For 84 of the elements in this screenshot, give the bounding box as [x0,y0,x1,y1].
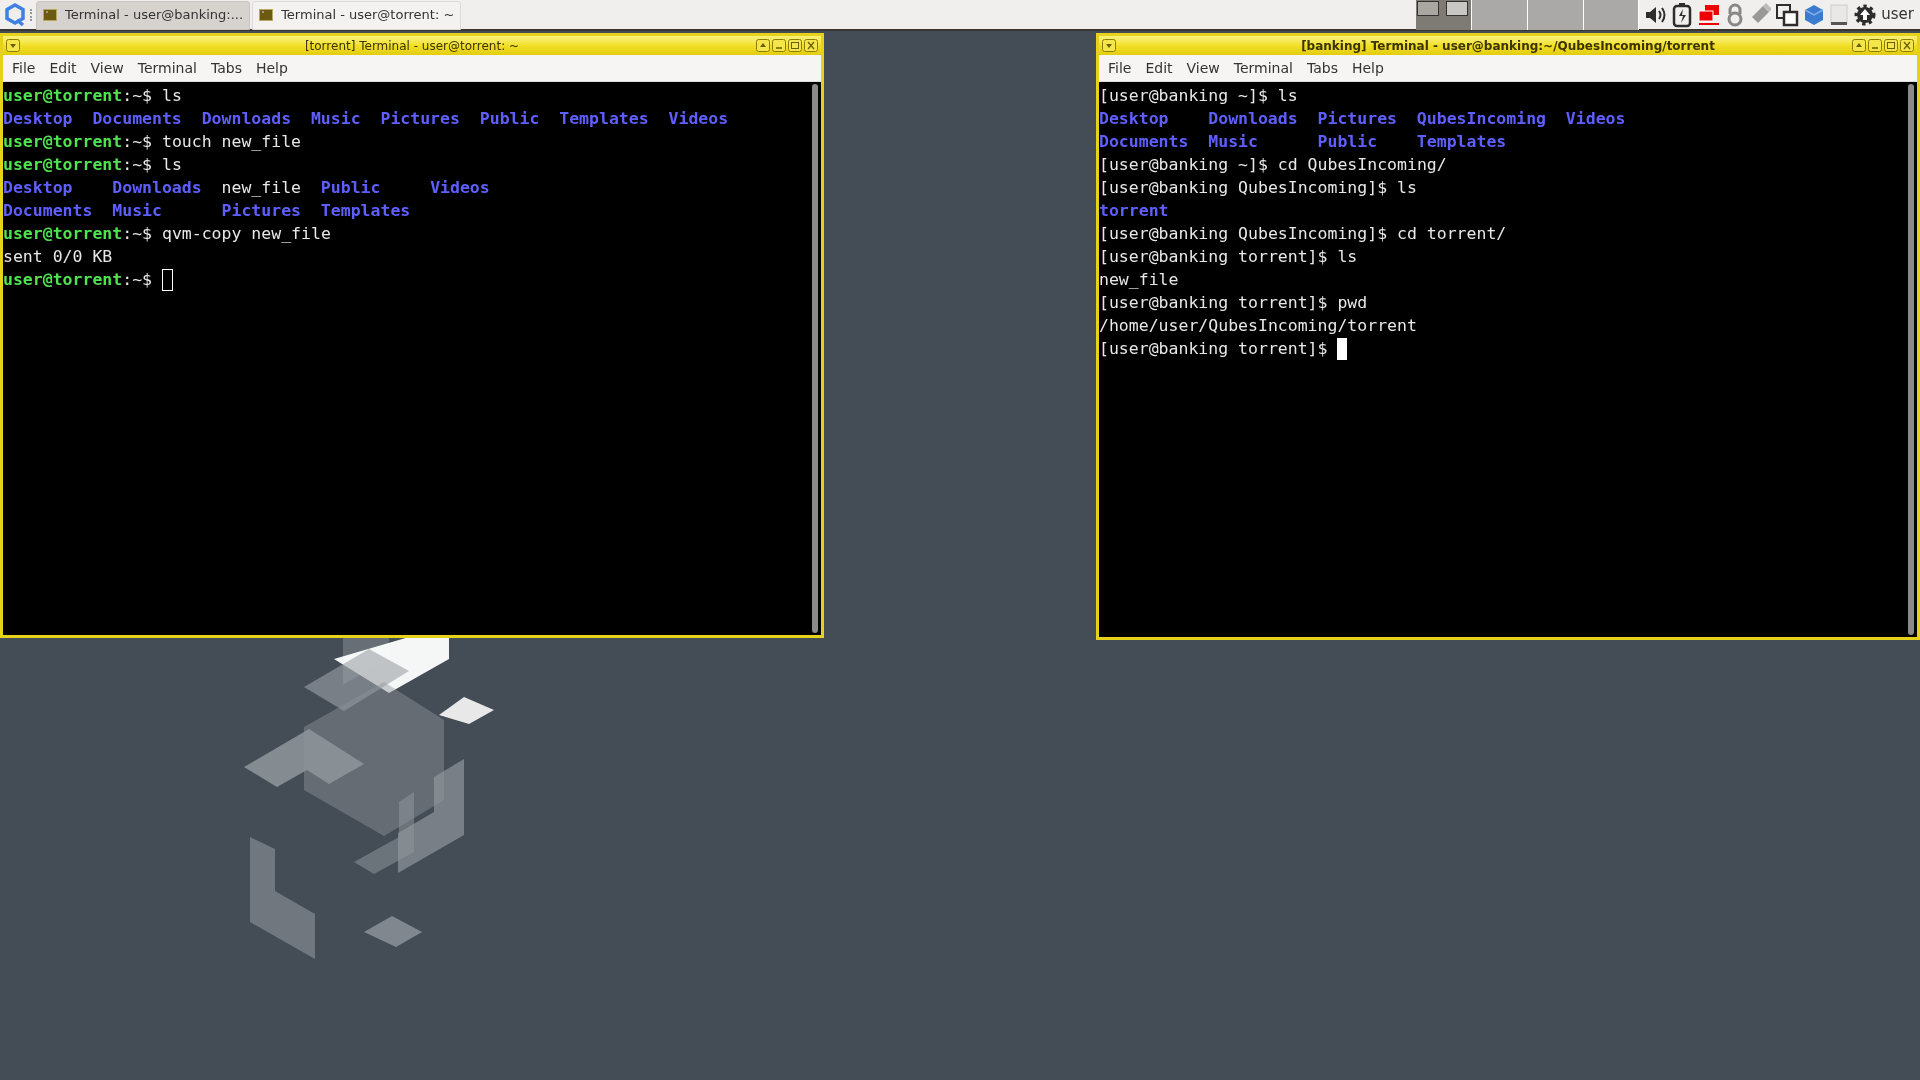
command-line: [user@banking QubesIncoming]$ cd torrent/ [1099,223,1507,245]
command-line: [user@banking torrent]$ [1099,338,1328,360]
terminal-icon [259,9,274,21]
directory-name: Documents [3,201,93,220]
menu-item[interactable]: View [1180,57,1226,79]
command-line: user@torrent:~$ ls [3,85,182,107]
taskbar-button[interactable]: Terminal - user@banking:... [36,0,251,30]
network-icon[interactable] [1697,2,1722,27]
directory-name: Templates [559,109,649,128]
directory-name: Downloads [1208,109,1298,128]
directory-name: Downloads [201,109,292,128]
cube-icon[interactable] [1803,2,1826,27]
command-line: user@torrent:~$ touch new_file [3,131,302,153]
minimize-button[interactable] [772,39,786,52]
maximize-button[interactable] [1884,39,1898,52]
directory-name: Public [320,178,381,197]
window-menu-button[interactable] [1102,39,1116,52]
window-thumbnail [1446,0,1469,16]
directory-name: Desktop [3,178,73,197]
command-line: [user@banking QubesIncoming]$ ls [1099,177,1417,199]
close-button[interactable] [1900,39,1914,52]
close-button[interactable] [804,39,818,52]
menu-item[interactable]: View [84,57,130,79]
directory-name: Pictures [1317,109,1397,128]
command-line: user@torrent:~$ [3,269,153,291]
menu-item[interactable]: Terminal [1227,57,1299,79]
menu-item[interactable]: Tabs [1300,57,1344,79]
directory-name: QubesIncoming [1416,109,1546,128]
command-line: user@torrent:~$ ls [3,154,182,176]
directory-name: torrent [1099,201,1169,220]
directory-name: Videos [430,178,490,197]
directory-name: Music [1208,132,1258,151]
maximize-button[interactable] [788,39,802,52]
scrollbar-thumb[interactable] [1908,84,1914,635]
command-line: [user@banking torrent]$ pwd [1099,292,1368,314]
battery-icon[interactable] [1671,1,1694,28]
directory-name: Documents [1099,132,1189,151]
directory-name: Pictures [380,109,460,128]
menu-item[interactable]: Help [1345,57,1390,79]
window-title: [banking] Terminal - user@banking:~/QubesIncoming/torrent [1301,37,1715,55]
taskbar-button[interactable]: Terminal - user@torrent: ~ [252,0,462,30]
directory-name: Music [310,109,361,128]
shade-button[interactable] [756,39,770,52]
command-line: [user@banking ~]$ cd QubesIncoming/ [1099,154,1447,176]
terminal-icon [43,9,57,21]
menu-item[interactable]: Edit [43,57,83,79]
directory-name: Templates [320,201,411,220]
title-bar[interactable]: [torrent] Terminal - user@torrent: ~ [3,36,821,55]
command-output: /home/user/QubesIncoming/torrent [1099,315,1417,337]
menu-item[interactable]: Help [249,57,294,79]
windows-icon[interactable] [1775,2,1800,27]
directory-name: Music [112,201,162,220]
settings-icon[interactable] [1853,2,1878,27]
directory-name: Downloads [112,178,202,197]
menu-item[interactable]: File [1102,57,1138,79]
menu-item[interactable]: File [6,57,42,79]
directory-name: Templates [1416,132,1507,151]
title-bar[interactable]: [banking] Terminal - user@banking:~/QubesIncoming/torrent [1099,36,1917,55]
directory-name: Videos [668,109,729,128]
directory-name: Videos [1565,109,1626,128]
file-name: new_file [1099,270,1179,289]
window-menu-button[interactable] [6,39,20,52]
directory-name: Desktop [3,109,73,128]
directory-name: Desktop [1099,109,1169,128]
user-name[interactable]: user [1881,3,1914,26]
command-line: user@torrent:~$ qvm-copy new_file [3,223,331,245]
menu-item[interactable]: Tabs [204,57,248,79]
directory-name: Public [479,109,540,128]
directory-name: Documents [92,109,182,128]
workspace[interactable] [1416,0,1473,30]
command-line: [user@banking ~]$ ls [1099,85,1298,107]
directory-name: Public [1317,132,1378,151]
window-title: [torrent] Terminal - user@torrent: ~ [304,37,520,55]
scrollbar-thumb[interactable] [812,84,818,633]
minimize-button[interactable] [1868,39,1882,52]
command-output: sent 0/0 KB [3,246,113,268]
directory-name: Pictures [221,201,301,220]
command-line: [user@banking torrent]$ ls [1099,246,1358,268]
disk-icon[interactable] [1829,2,1850,27]
menu-item[interactable]: Edit [1139,57,1179,79]
file-name: new_file [221,178,301,197]
app-menu-icon[interactable] [4,2,26,27]
shade-button[interactable] [1852,39,1866,52]
menu-item[interactable]: Terminal [131,57,203,79]
